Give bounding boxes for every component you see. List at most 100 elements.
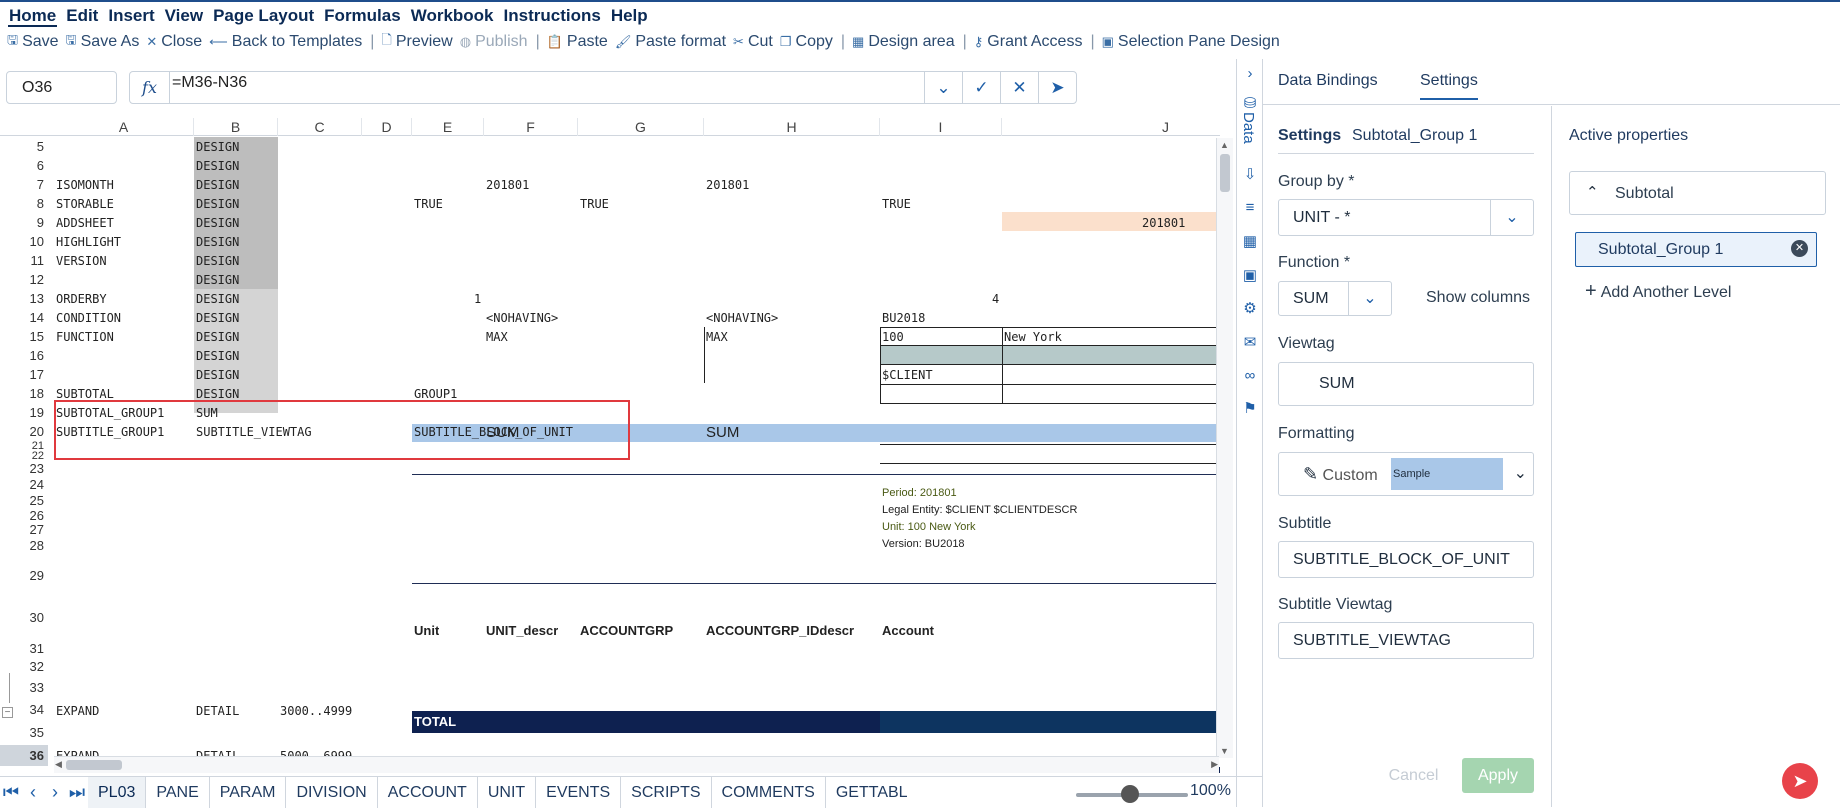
close-button[interactable]: ✕ Close (146, 33, 202, 51)
cancel-icon[interactable]: ✕ (1000, 72, 1038, 103)
tab-data-bindings[interactable]: Data Bindings (1278, 72, 1378, 90)
cell-b11[interactable]: DESIGN (196, 254, 239, 268)
cell-g8[interactable]: TRUE (580, 197, 609, 211)
sheet-tab-comments[interactable]: COMMENTS (712, 776, 826, 808)
row-header[interactable]: 23 (0, 461, 48, 477)
sheet-tab-division[interactable]: DIVISION (286, 776, 378, 808)
row-header[interactable]: 35 (0, 720, 48, 745)
row-header[interactable]: 33 (0, 675, 48, 700)
row-header[interactable]: 31 (0, 639, 48, 658)
column-header-c[interactable]: C (278, 118, 362, 136)
sheet-tab-scripts[interactable]: SCRIPTS (621, 776, 712, 808)
subtitle-input[interactable]: SUBTITLE_BLOCK_OF_UNIT (1278, 541, 1534, 578)
grant-access-button[interactable]: ⚷ Grant Access (974, 33, 1083, 51)
table-check-icon[interactable]: ▦ (1241, 233, 1259, 251)
design-area-button[interactable]: ▦ Design area (852, 33, 955, 51)
cell-f13[interactable]: 1 (474, 292, 481, 306)
menu-instructions[interactable]: Instructions (503, 3, 602, 27)
row-header[interactable]: 10 (0, 232, 48, 251)
scroll-right-icon[interactable]: ▶ (1211, 759, 1218, 770)
row-header-active[interactable]: 36 (0, 745, 48, 766)
paste-format-button[interactable]: 🖌 Paste format (615, 33, 726, 51)
column-header-j[interactable]: J (1002, 118, 1236, 136)
database-icon[interactable]: ⛁ (1241, 95, 1259, 113)
cell-e18[interactable]: GROUP1 (414, 387, 457, 401)
cell-a8[interactable]: STORABLE (56, 197, 114, 211)
cell-a14[interactable]: CONDITION (56, 311, 121, 325)
row-header[interactable]: 18 (0, 384, 48, 403)
cell-a10[interactable]: HIGHLIGHT (56, 235, 121, 249)
viewtag-input[interactable]: SUM (1278, 362, 1534, 406)
remove-item-icon[interactable]: ✕ (1791, 240, 1808, 257)
sheet-tab-unit[interactable]: UNIT (478, 776, 537, 808)
sheet-tab-pane[interactable]: PANE (146, 776, 210, 808)
sheet-tab-events[interactable]: EVENTS (536, 776, 622, 808)
vertical-scroll-thumb[interactable] (1220, 154, 1230, 192)
cell-b17[interactable]: DESIGN (196, 368, 239, 382)
scroll-up-icon[interactable]: ▲ (1220, 140, 1229, 150)
gear-icon[interactable]: ⚙ (1241, 300, 1259, 318)
paste-button[interactable]: 📋 Paste (547, 33, 608, 51)
cell-b13[interactable]: DESIGN (196, 292, 239, 306)
cell-b18[interactable]: DESIGN (196, 387, 239, 401)
show-columns-link[interactable]: Show columns (1426, 289, 1530, 307)
menu-home[interactable]: Home (8, 3, 58, 27)
link-icon[interactable]: ∞ (1241, 367, 1259, 385)
save-as-button[interactable]: 🖫 Save As (66, 31, 140, 53)
row-header[interactable]: 17 (0, 365, 48, 384)
cell-b14[interactable]: DESIGN (196, 311, 239, 325)
scroll-down-icon[interactable]: ▼ (1220, 746, 1229, 756)
copy-button[interactable]: ❐ Copy (780, 33, 833, 51)
spreadsheet[interactable]: A B C D E F G H I J 5 6 7 8 9 10 11 12 1… (0, 118, 1236, 773)
menu-workbook[interactable]: Workbook (410, 3, 495, 27)
formatting-select[interactable]: ✎ Custom Sample ⌄ (1278, 452, 1534, 496)
horizontal-scrollbar[interactable]: ◀ ▶ (54, 756, 1219, 773)
selection-pane-design-button[interactable]: ▣ Selection Pane Design (1102, 33, 1280, 51)
row-header[interactable]: 19 (0, 403, 48, 422)
cell-e34[interactable]: TOTAL (414, 714, 456, 729)
group-by-select[interactable]: UNIT - * ⌄ (1278, 199, 1534, 236)
menu-formulas[interactable]: Formulas (323, 3, 402, 27)
menu-insert[interactable]: Insert (107, 3, 155, 27)
row-header[interactable]: 24 (0, 477, 48, 493)
first-sheet-icon[interactable]: ⏮ (0, 782, 22, 803)
cell-e30[interactable]: Unit (414, 623, 439, 638)
cell-a13[interactable]: ORDERBY (56, 292, 107, 306)
cell-a33[interactable]: EXPAND (56, 704, 99, 718)
check-icon[interactable]: ✓ (962, 72, 1000, 103)
row-header[interactable]: 12 (0, 270, 48, 289)
cell-f30[interactable]: UNIT_descr (486, 623, 558, 638)
sheet-tab-account[interactable]: ACCOUNT (378, 776, 478, 808)
column-header-b[interactable]: B (194, 118, 278, 136)
paint-roller-icon[interactable]: ⚑ (1241, 400, 1259, 418)
widget-icon[interactable]: ▣ (1241, 267, 1259, 285)
column-header-d[interactable]: D (362, 118, 412, 136)
cell-i8[interactable]: TRUE (882, 197, 911, 211)
menu-help[interactable]: Help (610, 3, 649, 27)
row-header[interactable]: 25 (0, 493, 48, 509)
row-header[interactable]: 14 (0, 308, 48, 327)
cell-b15[interactable]: DESIGN (196, 330, 239, 344)
row-header[interactable]: 13 (0, 289, 48, 308)
cell-f15[interactable]: MAX (486, 330, 508, 344)
zoom-slider-knob[interactable] (1121, 785, 1139, 803)
row-header[interactable]: 26 (0, 509, 48, 523)
cell-a18[interactable]: SUBTOTAL (56, 387, 114, 401)
sheet-tab-param[interactable]: PARAM (210, 776, 287, 808)
cancel-button[interactable]: Cancel (1374, 758, 1453, 793)
cell-c33[interactable]: 3000..4999 (280, 704, 352, 718)
row-header[interactable]: 28 (0, 537, 48, 555)
cell-reference-box[interactable]: O36 (6, 71, 117, 104)
column-header-g[interactable]: G (578, 118, 704, 136)
save-button[interactable]: 🖫 Save (7, 31, 59, 53)
scroll-left-icon[interactable]: ◀ (55, 759, 62, 770)
last-sheet-icon[interactable]: ⏭ (66, 782, 88, 803)
cell-a15[interactable]: FUNCTION (56, 330, 114, 344)
add-another-level-button[interactable]: + Add Another Level (1585, 280, 1731, 303)
cell-b16[interactable]: DESIGN (196, 349, 239, 363)
cell-j9[interactable]: 201801 (1142, 216, 1185, 230)
chevron-down-icon[interactable]: ⌄ (924, 72, 962, 103)
column-header-f[interactable]: F (484, 118, 578, 136)
cell-f7[interactable]: 201801 (486, 178, 529, 192)
send-icon[interactable]: ➤ (1038, 72, 1076, 103)
